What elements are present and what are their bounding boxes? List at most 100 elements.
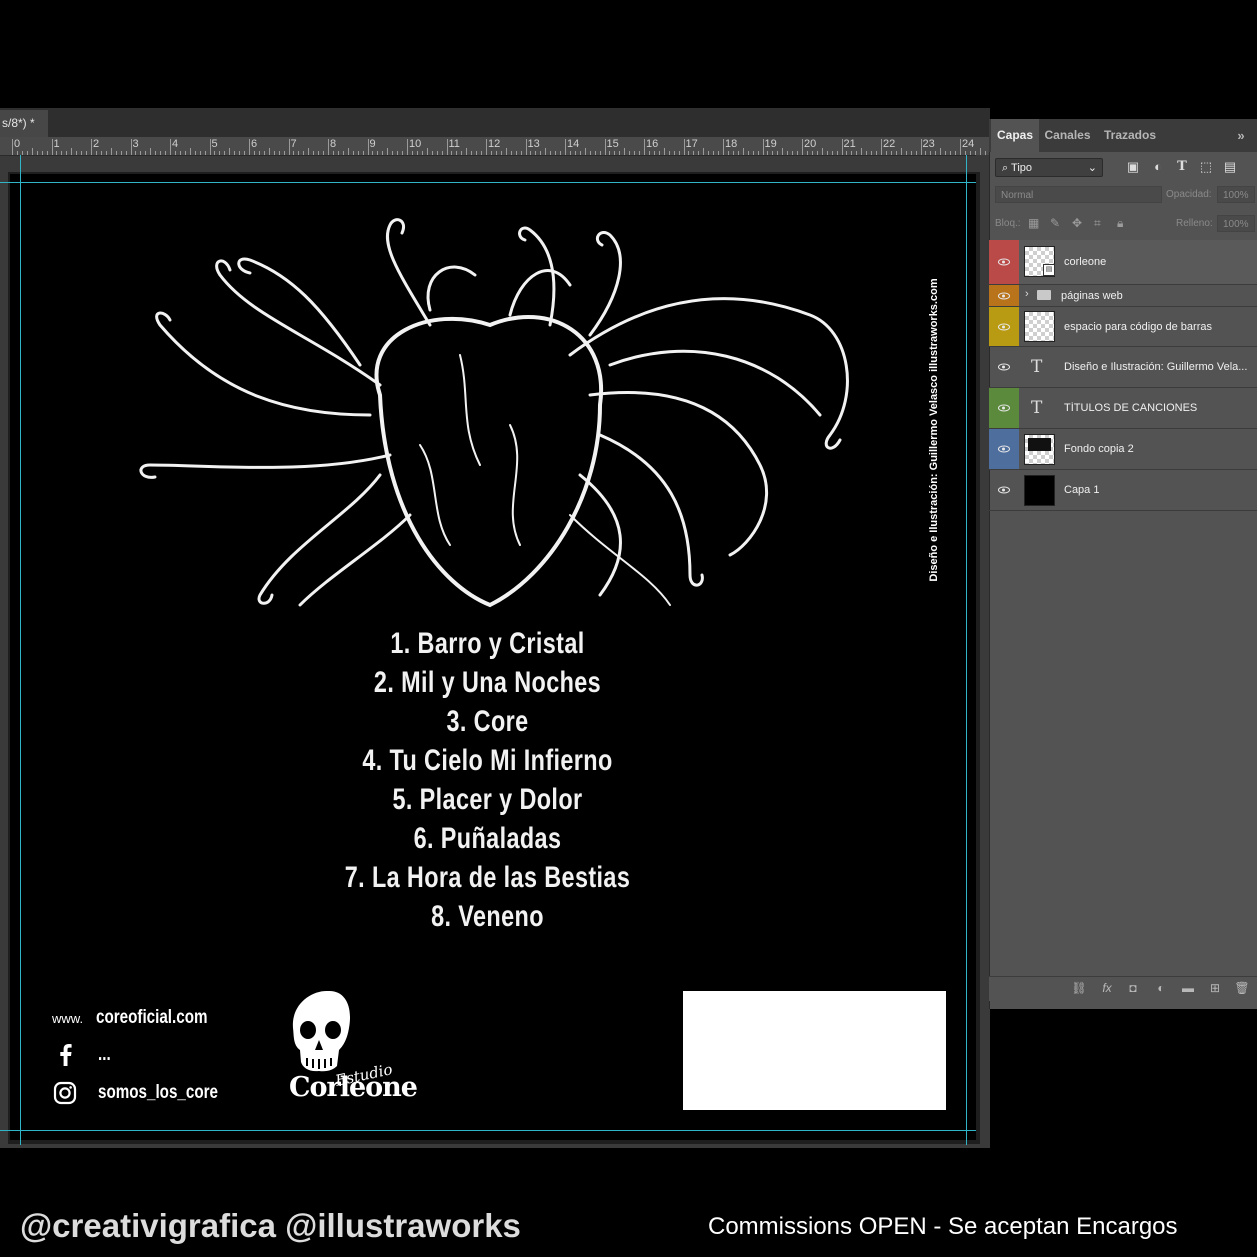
ruler-minor-tick: [510, 151, 512, 155]
visibility-eye-icon[interactable]: [998, 323, 1010, 330]
visibility-eye-icon[interactable]: [998, 404, 1010, 412]
ruler-minor-tick: [165, 151, 167, 155]
ruler-minor-tick: [979, 148, 981, 155]
ruler-minor-tick: [26, 151, 28, 155]
ruler-minor-tick: [337, 151, 339, 155]
ruler-minor-tick: [199, 151, 201, 155]
ruler-minor-tick: [505, 148, 507, 155]
ruler-minor-tick: [352, 151, 354, 155]
credit-vertical-text: Diseño e Ilustración: Guillermo Velasco …: [924, 278, 944, 581]
layer-row-credit-text[interactable]: T Diseño e Ilustración: Guillermo Vela..…: [989, 347, 1257, 388]
ruler-minor-tick: [258, 151, 260, 155]
new-layer-icon[interactable]: ⊞: [1207, 980, 1223, 996]
panel-menu-icon[interactable]: »: [1227, 119, 1255, 152]
visibility-eye-icon[interactable]: [998, 258, 1010, 266]
document-tab[interactable]: s/8*) *: [0, 110, 48, 137]
ruler-minor-tick: [703, 148, 705, 155]
folder-icon: [1037, 290, 1051, 300]
layer-style-fx-icon[interactable]: fx: [1099, 980, 1115, 996]
guide-left[interactable]: [20, 155, 21, 1145]
ruler-minor-tick: [569, 151, 571, 155]
layer-thumbnail: [1024, 434, 1055, 465]
filter-type-icon[interactable]: T: [1175, 160, 1189, 174]
filter-smart-object-icon[interactable]: ▤: [1223, 160, 1237, 174]
ruler-minor-tick: [426, 148, 428, 155]
ruler-minor-tick: [342, 151, 344, 155]
layer-filter-select[interactable]: ⌕ Tipo ⌄: [995, 158, 1103, 177]
ruler-minor-tick: [184, 151, 186, 155]
ruler-minor-tick: [61, 151, 63, 155]
guide-top[interactable]: [0, 182, 976, 183]
chevron-right-icon[interactable]: ›: [1025, 288, 1029, 300]
ruler-minor-tick: [900, 148, 902, 155]
visibility-eye-icon[interactable]: [998, 363, 1010, 371]
visibility-eye-icon[interactable]: [998, 292, 1010, 299]
ruler-minor-tick: [105, 151, 107, 155]
add-mask-icon[interactable]: ◘: [1125, 980, 1141, 996]
layer-thumbnail: [1024, 311, 1055, 342]
ruler-minor-tick: [66, 151, 68, 155]
ruler-minor-tick: [940, 148, 942, 155]
ruler-minor-tick: [313, 151, 315, 155]
ruler-minor-tick: [81, 151, 83, 155]
filter-pixel-icon[interactable]: ▣: [1126, 160, 1140, 174]
visibility-eye-icon[interactable]: [998, 486, 1010, 494]
ruler-tick: [407, 139, 408, 155]
filter-adjustment-icon[interactable]: ◐: [1151, 160, 1165, 174]
ruler-minor-tick: [579, 151, 581, 155]
ruler-minor-tick: [204, 151, 206, 155]
ruler-minor-tick: [456, 151, 458, 155]
smart-object-badge-icon: ▤: [1043, 264, 1055, 276]
ruler-minor-tick: [925, 151, 927, 155]
horizontal-ruler[interactable]: 0 1 2 3 4 5 6 7 8 9 10 11 12 13 14 15 16 17 18 19 20 21 22 23 24: [0, 137, 996, 156]
lock-move-icon[interactable]: ✥: [1072, 216, 1082, 230]
layer-row-barcode-space[interactable]: espacio para código de barras: [989, 307, 1257, 347]
layer-row-paginas-web[interactable]: › páginas web: [989, 285, 1257, 307]
ruler-minor-tick: [806, 151, 808, 155]
ruler-tick: [920, 139, 922, 155]
filter-shape-icon[interactable]: ⬚: [1199, 160, 1213, 174]
guide-right[interactable]: [966, 155, 967, 1145]
lock-artboard-icon[interactable]: ⌗: [1094, 216, 1101, 231]
blend-mode-select[interactable]: Normal: [995, 186, 1162, 203]
lock-pixels-icon[interactable]: ▦: [1028, 216, 1039, 230]
ruler-minor-tick: [945, 151, 947, 155]
link-layers-icon[interactable]: ⛓︎: [1071, 980, 1087, 996]
ruler-minor-tick: [826, 151, 828, 155]
ruler-minor-tick: [955, 151, 957, 155]
lock-brush-icon[interactable]: ✎: [1050, 216, 1060, 230]
fill-input[interactable]: 100%: [1217, 215, 1255, 232]
new-group-icon[interactable]: ▬: [1180, 980, 1196, 996]
ruler-tick: [367, 139, 369, 155]
ruler-minor-tick: [402, 151, 404, 155]
tab-trazados[interactable]: Trazados: [1096, 119, 1164, 152]
layer-color-tag: [989, 285, 1019, 306]
ruler-minor-tick: [56, 151, 58, 155]
lock-label: Bloq.:: [995, 218, 1021, 229]
ruler-minor-tick: [500, 151, 502, 155]
layer-row-capa-1[interactable]: Capa 1: [989, 470, 1257, 511]
ruler-minor-tick: [545, 148, 547, 155]
ruler-label: 3: [132, 138, 139, 150]
ruler-minor-tick: [234, 151, 236, 155]
www-prefix: www.: [52, 1011, 84, 1026]
trash-icon[interactable]: 🗑︎: [1234, 980, 1250, 996]
song-title: 8. Veneno: [431, 900, 544, 933]
ruler-minor-tick: [584, 148, 586, 155]
guide-bottom[interactable]: [0, 1130, 976, 1131]
layer-row-song-titles[interactable]: T TÍTULOS DE CANCIONES: [989, 388, 1257, 429]
tab-capas[interactable]: Capas: [991, 119, 1039, 152]
tab-canales[interactable]: Canales: [1039, 119, 1096, 152]
ruler-minor-tick: [742, 148, 744, 155]
song-title: 6. Puñaladas: [413, 822, 562, 855]
layer-row-corleone[interactable]: ▤ corleone: [989, 240, 1257, 285]
layer-color-tag: [989, 388, 1019, 428]
adjustment-layer-icon[interactable]: ◐: [1153, 980, 1169, 996]
visibility-eye-icon[interactable]: [998, 445, 1010, 453]
ruler-label: 0: [14, 138, 21, 150]
ruler-tick: [802, 139, 803, 155]
layer-row-fondo-copia-2[interactable]: Fondo copia 2: [989, 429, 1257, 470]
lock-all-icon[interactable]: 🔒︎: [1117, 216, 1123, 231]
opacity-input[interactable]: 100%: [1217, 186, 1255, 203]
ruler-minor-tick: [441, 151, 443, 155]
